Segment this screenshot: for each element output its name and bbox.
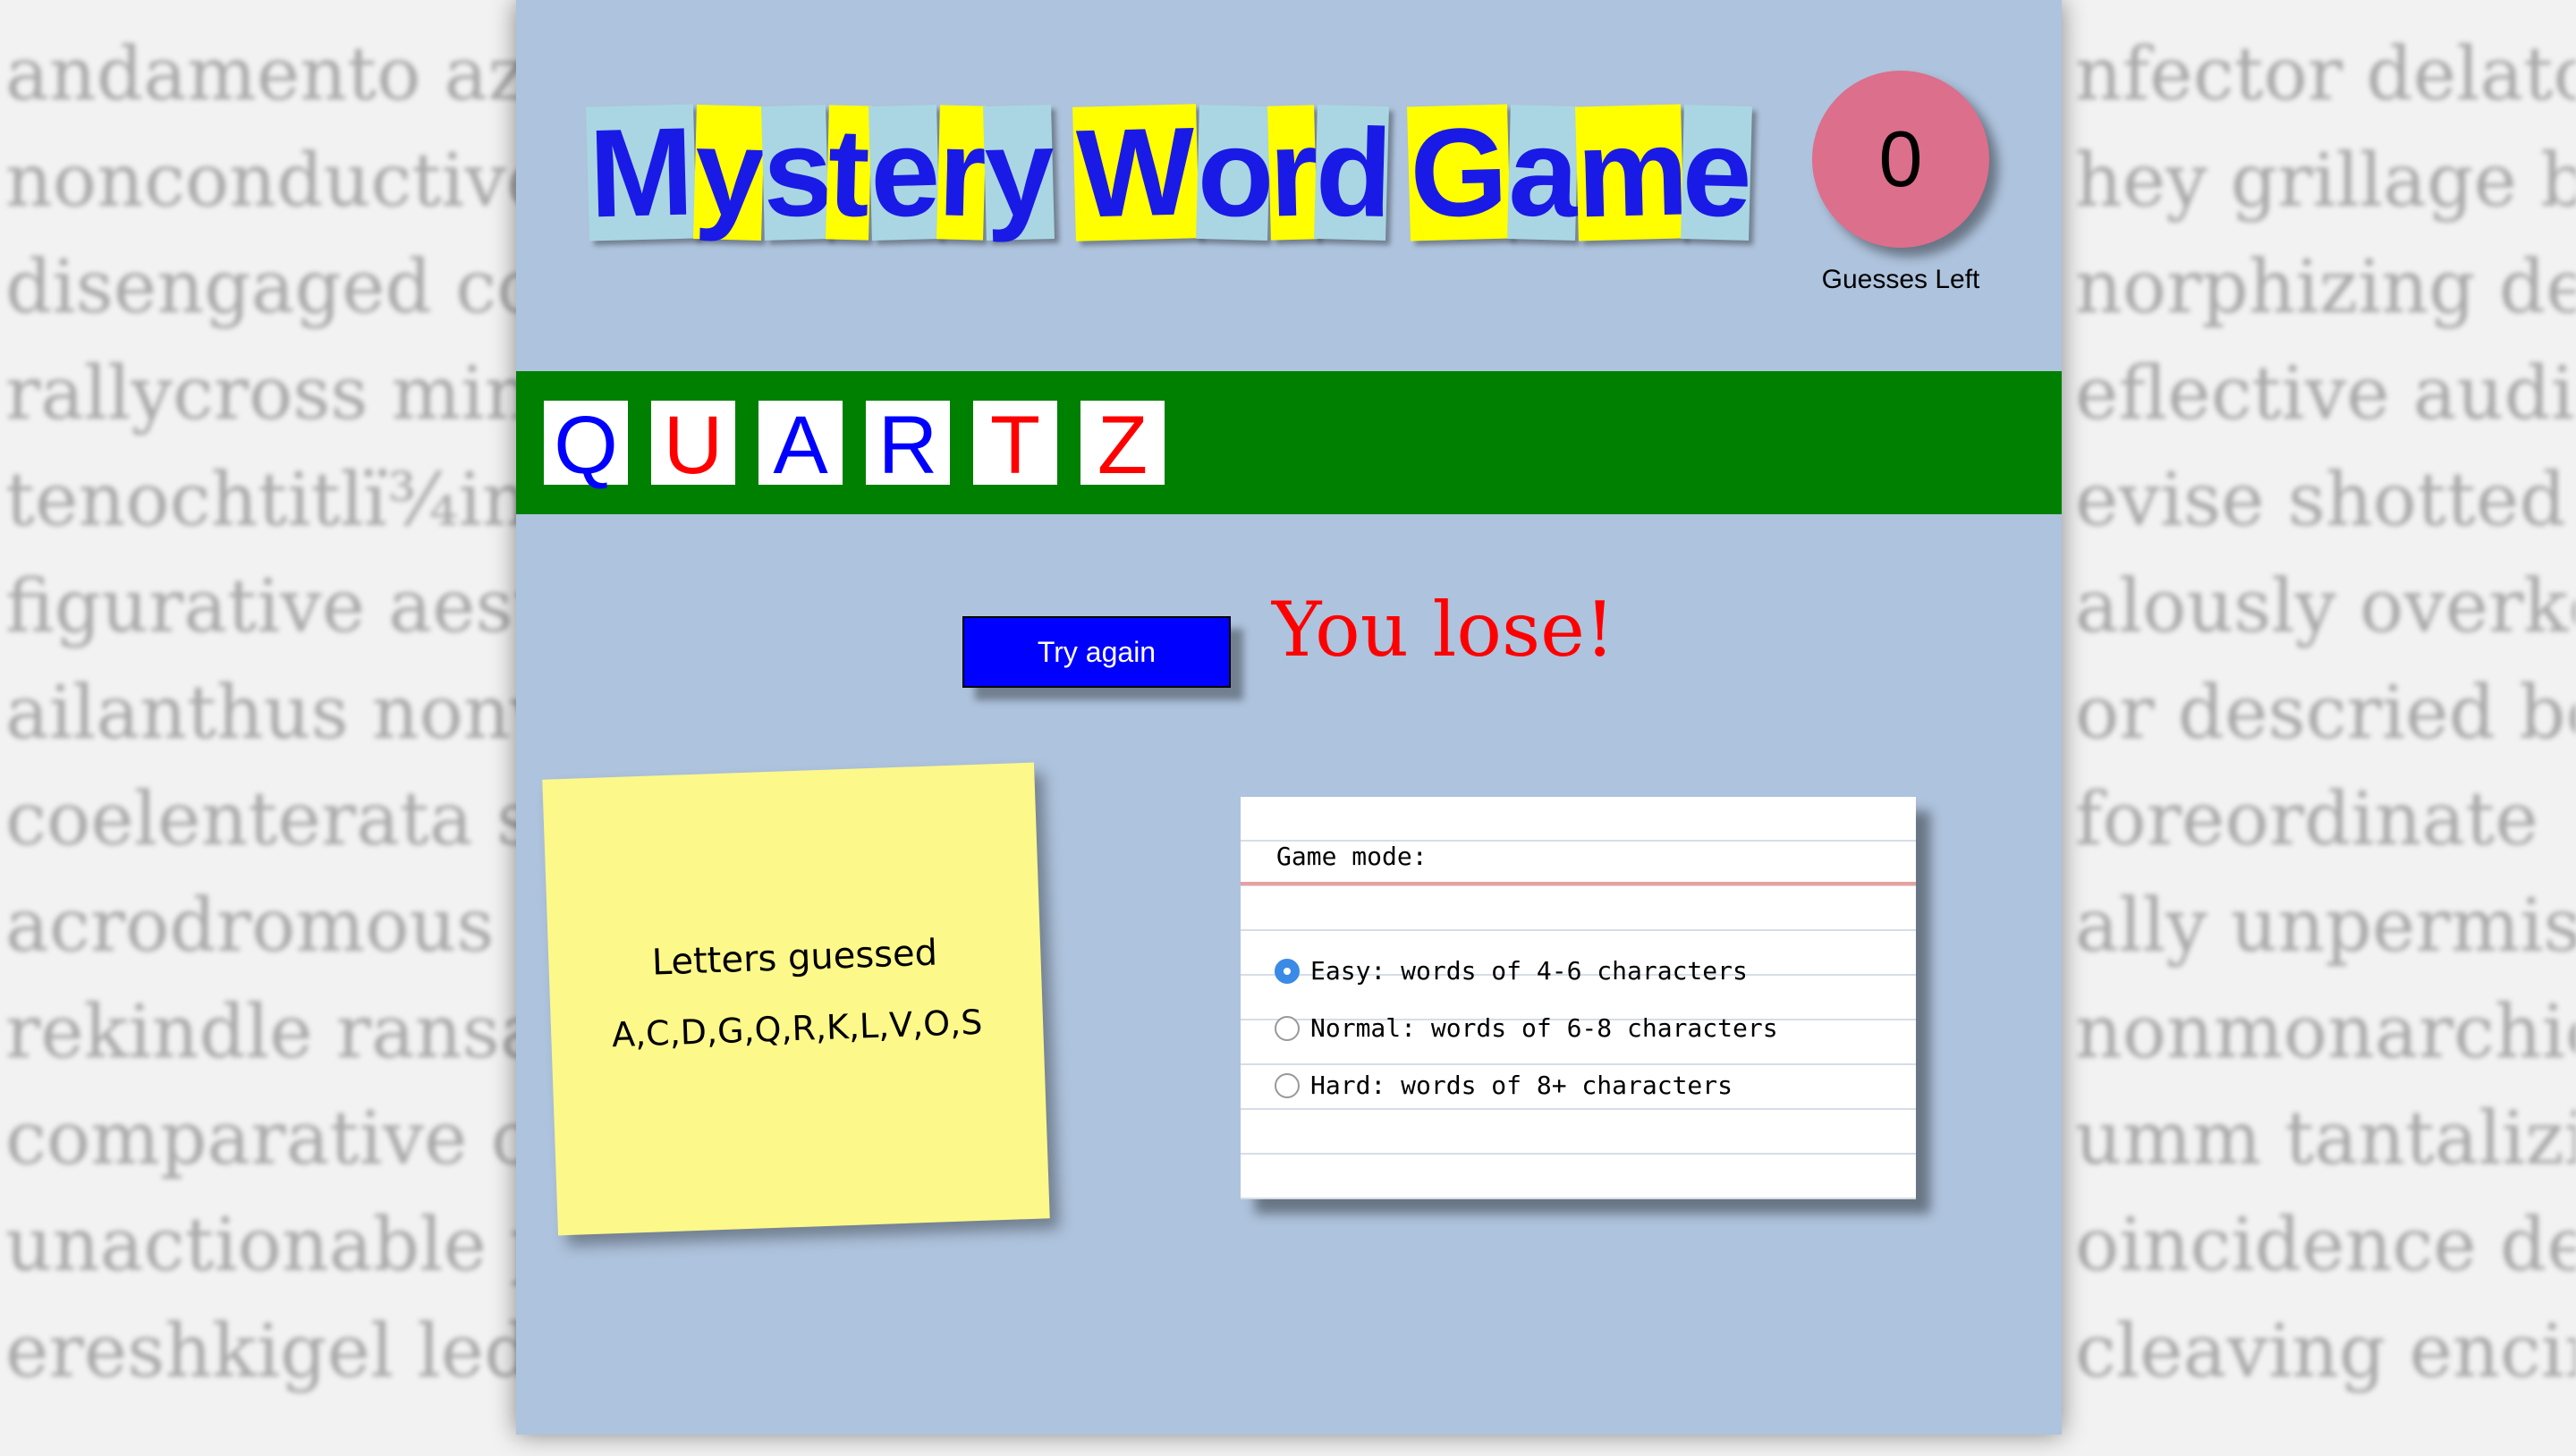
title-letter-tile: a xyxy=(1506,101,1580,244)
word-letter-tile: Q xyxy=(544,401,628,490)
game-mode-option[interactable]: Easy: words of 4-6 characters xyxy=(1275,956,1748,986)
background-word-right: eflective audie xyxy=(2075,351,2576,436)
background-word-right: umm tantalizin xyxy=(2075,1096,2576,1181)
background-word-left: ailanthus nonv xyxy=(5,671,553,756)
title-letter-tile: y xyxy=(692,101,767,244)
title-letter-tile: m xyxy=(1574,100,1690,244)
background-word-right: ally unpermiss xyxy=(2075,884,2576,969)
background-word-left: acrodromous ta xyxy=(5,884,591,969)
background-word-left: figurative aesta xyxy=(5,564,587,649)
background-word-right: foreordinate xyxy=(2075,777,2538,862)
background-word-right: alously overkee xyxy=(2075,564,2576,649)
mystery-word-bar: QUARTZ xyxy=(516,371,2062,514)
background-word-left: nonconductive xyxy=(5,139,550,224)
title-letter-tile: W xyxy=(1072,100,1199,244)
game-mode-title: Game mode: xyxy=(1276,842,1428,871)
background-word-left: andamento azo xyxy=(5,32,572,117)
game-mode-option-label: Easy: words of 4-6 characters xyxy=(1310,956,1748,986)
try-again-button[interactable]: Try again xyxy=(962,616,1231,688)
guesses-left-label: Guesses Left xyxy=(1821,265,1980,294)
title-letter-tile: d xyxy=(1313,100,1394,244)
word-letter-tile: U xyxy=(651,401,735,490)
radio-button[interactable] xyxy=(1275,958,1300,984)
background-word-right: or descried bed xyxy=(2075,671,2576,756)
background-word-left: coelenterata su xyxy=(5,777,581,862)
background-word-left: rekindle ransac xyxy=(5,990,585,1075)
letters-guessed-title: Letters guessed xyxy=(651,932,938,984)
background-word-left: unactionable p xyxy=(5,1203,557,1288)
result-message: You lose! xyxy=(1272,586,1615,673)
letters-guessed-note: Letters guessed A,C,D,G,Q,R,K,L,V,O,S xyxy=(542,762,1050,1236)
title-letter-tile: r xyxy=(1267,101,1320,243)
game-mode-option-label: Hard: words of 8+ characters xyxy=(1310,1071,1733,1100)
title-letter-tile: s xyxy=(760,100,835,243)
game-title: MysteryWordGame xyxy=(586,100,1754,258)
background-word-right: nfector delator xyxy=(2075,32,2576,117)
word-letter-tile: R xyxy=(866,401,950,490)
title-letter-tile: r xyxy=(936,101,989,243)
background-word-right: cleaving encin xyxy=(2075,1309,2576,1394)
title-letter-tile: e xyxy=(868,100,942,243)
background-word-right: hey grillage br xyxy=(2075,139,2576,224)
word-letter-tile: A xyxy=(758,401,843,490)
radio-button[interactable] xyxy=(1275,1072,1300,1098)
radio-button[interactable] xyxy=(1275,1015,1300,1041)
game-mode-option[interactable]: Normal: words of 6-8 characters xyxy=(1275,1013,1778,1043)
background-word-left: ereshkigel led v xyxy=(5,1309,597,1394)
background-word-left: disengaged con xyxy=(5,245,589,330)
background-word-left: tenochtitlï¾in xyxy=(5,458,530,543)
game-panel: MysteryWordGame 0 Guesses Left QUARTZ Tr… xyxy=(516,0,2062,1435)
background-word-right: norphizing den xyxy=(2075,245,2576,330)
background-word-left: rallycross minh xyxy=(5,351,580,436)
title-letter-tile: M xyxy=(586,100,697,244)
background-word-right: oincidence dec xyxy=(2075,1203,2576,1288)
background-word-left: comparative op xyxy=(5,1096,582,1181)
title-letter-tile: G xyxy=(1407,100,1511,244)
letters-guessed-list: A,C,D,G,Q,R,K,L,V,O,S xyxy=(611,1002,984,1055)
title-letter-tile: e xyxy=(1680,101,1754,244)
word-letter-tile: T xyxy=(973,401,1057,490)
background-word-right: nonmonarchica xyxy=(2075,990,2576,1075)
game-mode-option-label: Normal: words of 6-8 characters xyxy=(1310,1013,1778,1043)
game-mode-panel: Game mode: Easy: words of 4-6 characters… xyxy=(1241,797,1916,1199)
game-mode-option[interactable]: Hard: words of 8+ characters xyxy=(1275,1071,1733,1100)
title-letter-tile: y xyxy=(982,100,1056,243)
title-letter-tile: o xyxy=(1195,100,1276,244)
title-letter-tile: t xyxy=(826,101,872,243)
background-word-right: evise shotted p xyxy=(2075,458,2576,543)
notebook-margin-line xyxy=(1241,882,1916,885)
guesses-left-counter: 0 xyxy=(1812,71,1989,248)
word-letter-tile: Z xyxy=(1080,401,1165,490)
